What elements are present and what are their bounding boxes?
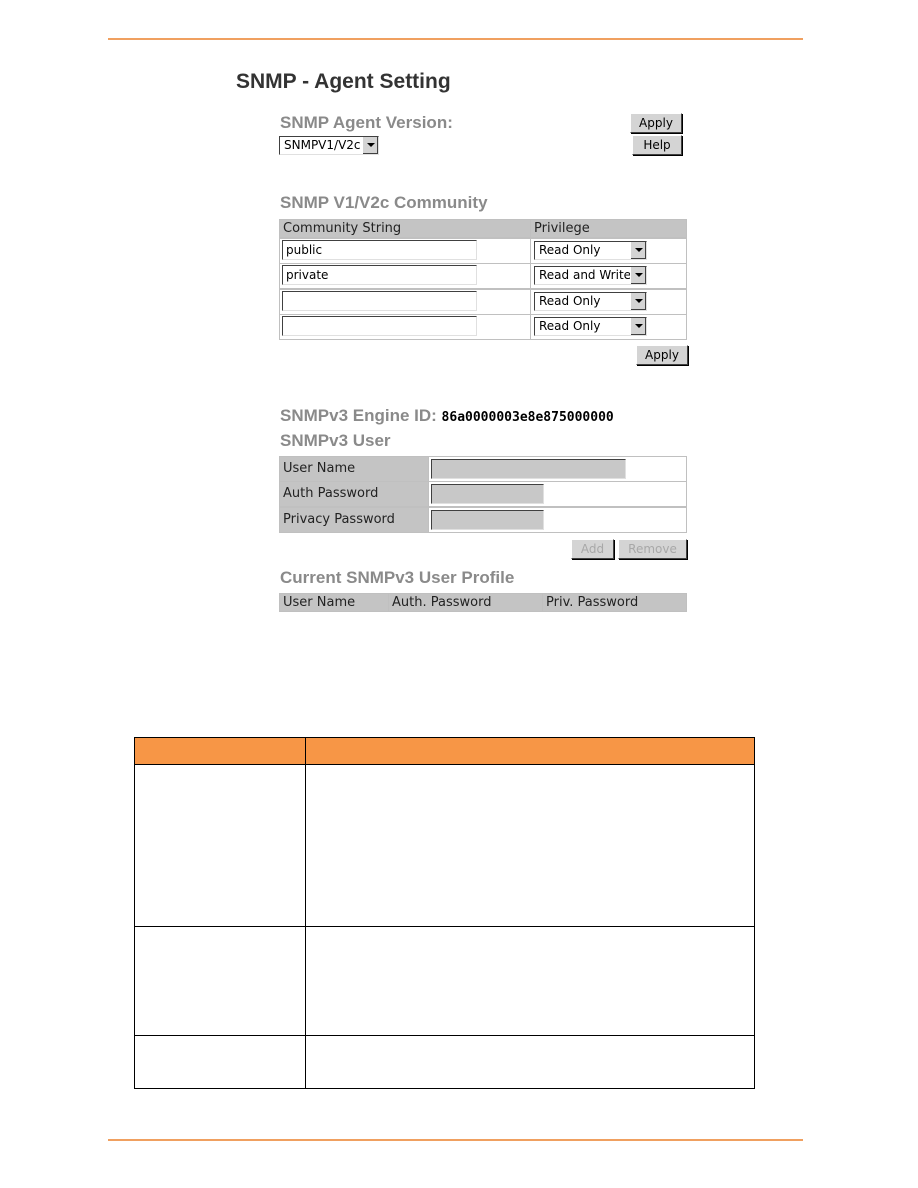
privacy-password-input[interactable] xyxy=(431,510,544,530)
auth-password-input[interactable] xyxy=(431,484,544,504)
header-rule xyxy=(108,38,803,40)
privilege-select[interactable]: Read Only xyxy=(534,316,647,336)
privilege-select[interactable]: Read Only xyxy=(534,291,647,311)
column-header: User Name xyxy=(279,593,389,612)
selected-value: SNMPV1/V2c xyxy=(284,138,361,152)
engine-id-label: SNMPv3 Engine ID: 86a0000003e8e875000000 xyxy=(280,406,614,426)
column-header: Priv. Password xyxy=(542,593,687,612)
chevron-down-icon xyxy=(362,137,378,154)
selected-value: Read Only xyxy=(539,293,601,308)
agent-version-select[interactable]: SNMPV1/V2c xyxy=(279,136,379,155)
privilege-select[interactable]: Read Only xyxy=(534,241,647,260)
community-heading: SNMP V1/V2c Community xyxy=(280,193,488,212)
divider xyxy=(134,1088,755,1089)
agent-version-label: SNMP Agent Version: xyxy=(280,113,453,132)
user-name-input[interactable] xyxy=(431,459,626,479)
engine-id-value: 86a0000003e8e875000000 xyxy=(441,410,614,425)
chevron-down-icon xyxy=(630,317,646,335)
engine-id-label-text: SNMPv3 Engine ID: xyxy=(280,406,437,425)
user-profile-heading: Current SNMPv3 User Profile xyxy=(280,568,515,587)
apply-community-button[interactable]: Apply xyxy=(636,345,688,365)
chevron-down-icon xyxy=(630,267,646,285)
divider xyxy=(134,764,755,765)
divider xyxy=(754,737,755,1089)
add-user-button[interactable]: Add xyxy=(571,539,614,559)
divider xyxy=(134,1035,755,1036)
selected-value: Read Only xyxy=(539,243,601,257)
community-string-input[interactable] xyxy=(282,315,477,336)
footer-rule xyxy=(108,1139,803,1141)
user-name-label: User Name xyxy=(279,456,429,482)
selected-value: Read Only xyxy=(539,318,601,333)
column-header: Auth. Password xyxy=(388,593,543,612)
divider xyxy=(134,737,755,738)
chevron-down-icon xyxy=(630,242,646,259)
privacy-password-label: Privacy Password xyxy=(279,507,429,533)
remove-user-button[interactable]: Remove xyxy=(618,539,687,559)
page-title: SNMP - Agent Setting xyxy=(236,70,451,93)
column-header: Community String xyxy=(279,219,531,238)
selected-value: Read and Write xyxy=(539,268,632,283)
divider xyxy=(134,926,755,927)
help-button[interactable]: Help xyxy=(632,135,682,155)
chevron-down-icon xyxy=(630,292,646,310)
community-string-input[interactable] xyxy=(282,290,477,311)
community-string-input[interactable]: public xyxy=(282,240,477,260)
divider xyxy=(134,737,135,1089)
apply-version-button[interactable]: Apply xyxy=(630,113,682,133)
document-page: SNMP - Agent Setting SNMP Agent Version:… xyxy=(0,0,918,1188)
privilege-select[interactable]: Read and Write xyxy=(534,266,647,286)
divider xyxy=(305,737,306,1089)
community-string-input[interactable]: private xyxy=(282,265,477,286)
column-header: Privilege xyxy=(530,219,687,238)
description-table-header xyxy=(134,737,754,764)
v3-user-heading: SNMPv3 User xyxy=(280,431,391,450)
auth-password-label: Auth Password xyxy=(279,481,429,507)
